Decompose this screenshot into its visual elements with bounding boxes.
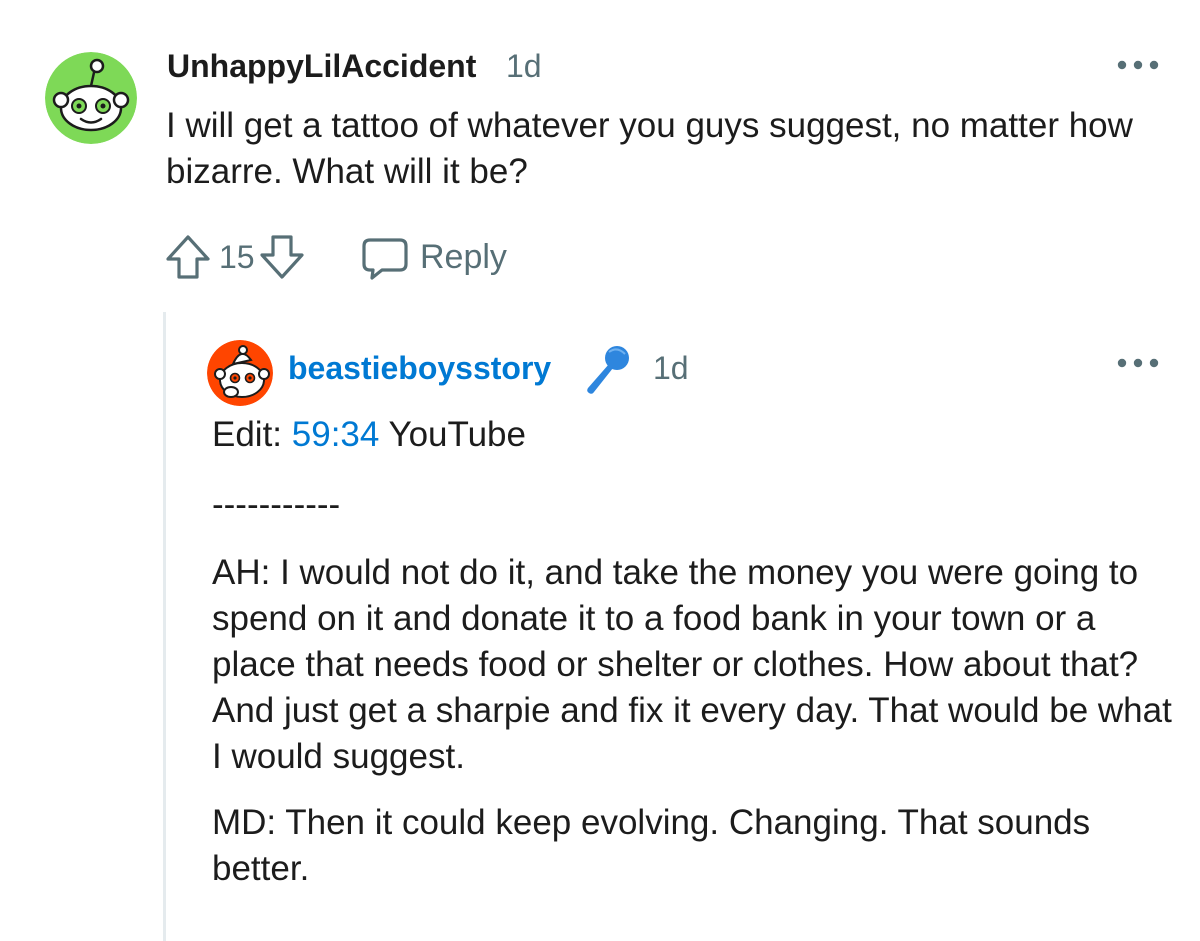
- more-options-button[interactable]: [1116, 55, 1160, 80]
- snoo-avatar-icon: [45, 52, 137, 144]
- comment-paragraph: AH: I would not do it, and take the mone…: [212, 553, 1172, 776]
- comment-age: 1d: [506, 48, 542, 84]
- edit-line: Edit: 59:34 YouTube: [212, 412, 1172, 458]
- video-timestamp-link[interactable]: 59:34: [292, 415, 380, 454]
- avatar[interactable]: [207, 340, 273, 406]
- comment-paragraph: MD: Then it could keep evolving. Changin…: [212, 803, 1091, 888]
- avatar[interactable]: [45, 52, 137, 144]
- more-options-icon: [1117, 60, 1159, 70]
- more-options-button[interactable]: [1116, 353, 1160, 378]
- downvote-icon[interactable]: [257, 232, 307, 282]
- user-flair: [579, 342, 633, 396]
- edit-prefix: Edit:: [212, 415, 292, 454]
- comment-age: 1d: [653, 350, 689, 386]
- vote-bar: 15: [163, 232, 307, 282]
- vote-count: 15: [219, 239, 255, 275]
- reply-button[interactable]: Reply: [358, 232, 507, 282]
- upvote-icon[interactable]: [163, 232, 213, 282]
- comment-body: I will get a tattoo of whatever you guys…: [166, 103, 1166, 195]
- chat-bubble-icon: [362, 238, 408, 280]
- edit-suffix: YouTube: [379, 415, 526, 454]
- comment-author[interactable]: UnhappyLilAccident: [167, 46, 476, 86]
- comment-text: I will get a tattoo of whatever you guys…: [166, 106, 1133, 191]
- thread-line[interactable]: [163, 312, 166, 941]
- reply-label: Reply: [420, 238, 507, 276]
- comment-body: Edit: 59:34 YouTube ----------- AH: I wo…: [212, 412, 1172, 892]
- comment-author[interactable]: beastieboysstory: [288, 348, 551, 388]
- snoo-avatar-icon: [207, 340, 273, 406]
- text-divider: -----------: [212, 485, 341, 524]
- microphone-icon: [587, 346, 629, 394]
- more-options-icon: [1117, 358, 1159, 368]
